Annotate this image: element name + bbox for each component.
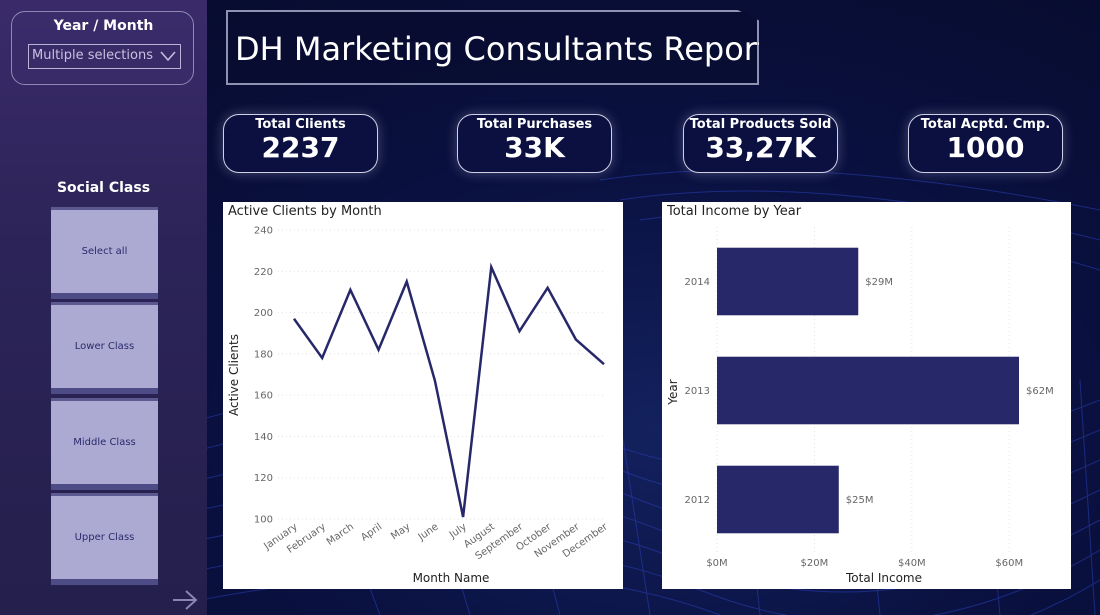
x-tick-label: March <box>325 521 356 547</box>
y-tick-label: 120 <box>254 473 273 484</box>
y-axis-label: Active Clients <box>227 334 241 416</box>
year-month-value: Multiple selections <box>32 48 153 63</box>
kpi-value: 1000 <box>946 131 1025 164</box>
y-tick-label: 240 <box>254 226 273 237</box>
slicer-option-middle-class[interactable]: Middle Class <box>51 398 158 490</box>
y-tick-label: 220 <box>254 267 273 278</box>
x-tick-label: $0M <box>706 558 727 569</box>
kpi-value: 2237 <box>261 131 340 164</box>
y-tick-label: 200 <box>254 308 273 319</box>
slicer-option-select-all[interactable]: Select all <box>51 207 158 299</box>
series-line <box>292 262 605 518</box>
bar <box>717 465 839 534</box>
kpi-total-accepted-campaigns: Total Acptd. Cmp. 1000 <box>908 114 1063 173</box>
kpi-label: Total Acptd. Cmp. <box>920 117 1051 132</box>
social-class-title: Social Class <box>56 180 151 196</box>
y-tick-label: 100 <box>254 515 273 526</box>
data-label: $29M <box>865 277 893 288</box>
chart-title: Total Income by Year <box>667 204 802 219</box>
chart-title: Active Clients by Month <box>228 204 382 219</box>
y-tick-label: 2012 <box>685 495 710 506</box>
active-clients-chart: 100 120 140 160 180 200 220 240 January February M… <box>223 202 623 589</box>
kpi-total-products-sold: Total Products Sold 33,27K <box>683 114 838 173</box>
x-axis-label: Total Income <box>845 571 922 585</box>
y-tick-label: 140 <box>254 432 273 443</box>
slicer-option-upper-class[interactable]: Upper Class <box>51 493 158 585</box>
y-tick-label: 160 <box>254 391 273 402</box>
kpi-label: Total Clients <box>255 117 346 132</box>
bar-chart-svg: $0M $20M $40M $60M 2014 $29M 2013 $62M 2012 $25M T… <box>666 227 1054 585</box>
kpi-value: 33,27K <box>705 131 816 164</box>
kpi-value: 33K <box>504 131 565 164</box>
slicer-option-lower-class[interactable]: Lower Class <box>51 302 158 394</box>
kpi-total-clients: Total Clients 2237 <box>223 114 378 173</box>
bar <box>717 247 859 316</box>
line-chart-svg: 100120140160180200220240JanuaryFebruaryM… <box>227 226 610 586</box>
x-tick-label: $40M <box>898 558 926 569</box>
y-tick-label: 2014 <box>685 277 710 288</box>
data-label: $25M <box>846 495 874 506</box>
x-tick-label: $60M <box>995 558 1023 569</box>
y-tick-label: 2013 <box>685 386 710 397</box>
y-tick-label: 180 <box>254 349 273 360</box>
total-income-chart: $0M $20M $40M $60M 2014 $29M 2013 $62M 2012 $25M T… <box>662 202 1071 589</box>
year-month-title: Year / Month <box>53 18 154 34</box>
y-axis-label: Year <box>666 379 680 405</box>
year-month-dropdown[interactable]: Multiple selections <box>28 44 181 69</box>
bar <box>717 356 1019 425</box>
x-tick-label: $20M <box>801 558 829 569</box>
kpi-total-purchases: Total Purchases 33K <box>457 114 612 173</box>
page-title: DH Marketing Consultants Report <box>235 30 770 68</box>
data-label: $62M <box>1026 386 1054 397</box>
x-axis-label: Month Name <box>413 571 490 585</box>
chevron-down-icon <box>160 51 176 62</box>
arrow-right-icon[interactable] <box>170 589 200 611</box>
x-tick-label: May <box>389 521 412 542</box>
x-tick-label: April <box>359 521 384 543</box>
x-tick-label: June <box>416 521 441 543</box>
kpi-label: Total Purchases <box>476 117 593 132</box>
year-month-slicer: Year / Month Multiple selections <box>11 11 194 85</box>
kpi-label: Total Products Sold <box>689 117 832 132</box>
report-title-box: DH Marketing Consultants Report <box>226 10 759 85</box>
sidebar: Year / Month Multiple selections Social … <box>0 0 207 615</box>
